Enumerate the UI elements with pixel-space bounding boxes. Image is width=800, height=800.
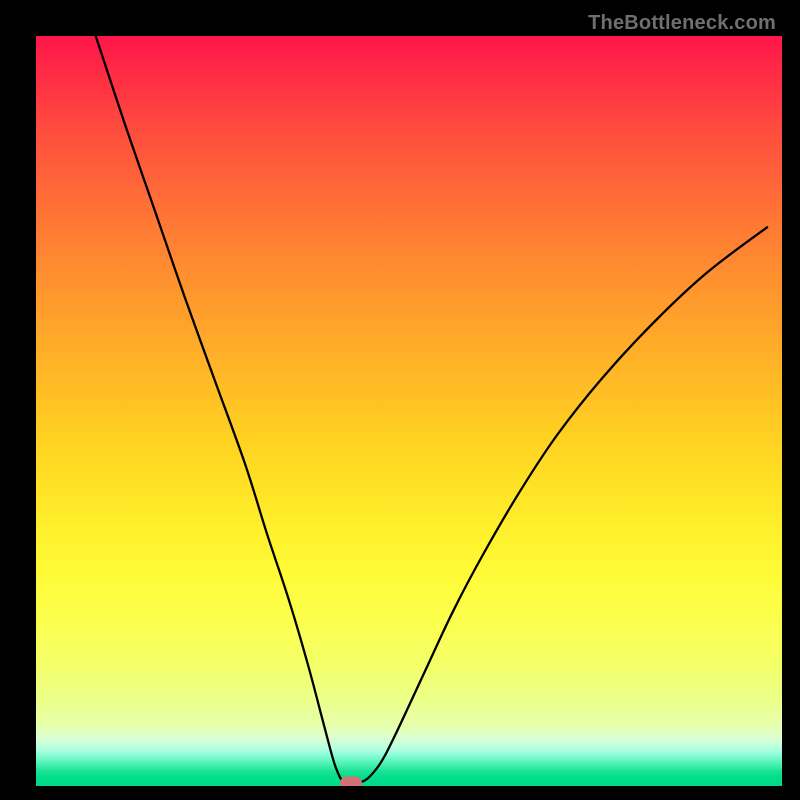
optimal-point-marker: [340, 777, 362, 787]
bottleneck-curve: [96, 36, 767, 783]
watermark-label: TheBottleneck.com: [588, 12, 776, 35]
chart-plot-area: [36, 36, 782, 786]
chart-svg: [36, 36, 782, 786]
chart-frame: TheBottleneck.com: [8, 8, 792, 792]
